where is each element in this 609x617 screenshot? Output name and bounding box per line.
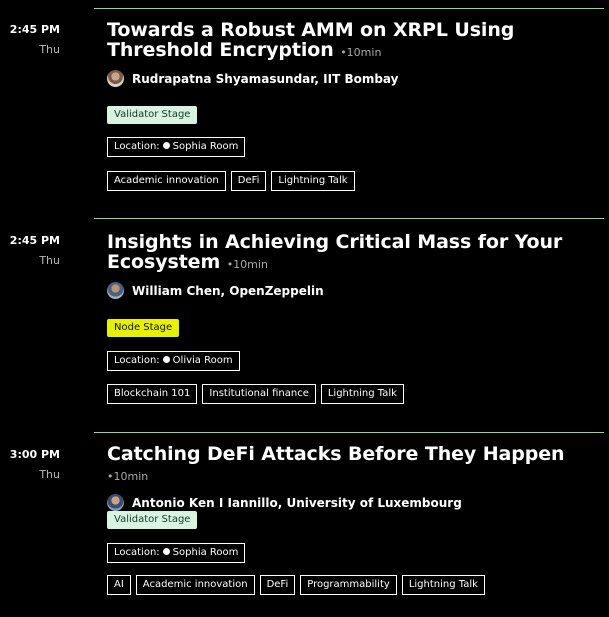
location-chip[interactable]: Location: Olivia Room <box>107 351 240 371</box>
speaker[interactable]: Rudrapatna Shyamasundar, IIT Bombay <box>107 70 589 87</box>
location-room: Sophia Room <box>172 547 239 558</box>
location-chip[interactable]: Location: Sophia Room <box>107 543 246 563</box>
tag-chip[interactable]: Lightning Talk <box>401 575 485 595</box>
location-dot-icon <box>162 356 170 363</box>
tag-chip[interactable]: Lightning Talk <box>320 384 404 404</box>
tag-chip[interactable]: Programmability <box>300 575 397 595</box>
location-label: Location: <box>114 141 160 152</box>
session-title[interactable]: Insights in Achieving Critical Mass for … <box>107 232 589 275</box>
session-duration: •10min <box>226 258 268 271</box>
location-dot-icon <box>162 142 170 149</box>
stage-badge: Node Stage <box>107 319 180 337</box>
location-room: Sophia Room <box>172 141 239 152</box>
tag-chip[interactable]: Institutional finance <box>202 384 316 404</box>
session-time-block: 2:45 PM Thu <box>0 23 60 57</box>
session-day: Thu <box>39 43 60 56</box>
stage-badge: Validator Stage <box>107 106 198 124</box>
tag-chip[interactable]: Lightning Talk <box>271 171 355 191</box>
speaker-name[interactable]: William Chen, OpenZeppelin <box>132 284 324 298</box>
session-duration: •10min <box>107 470 149 483</box>
tag-chip[interactable]: AI <box>107 575 131 595</box>
session-divider <box>94 218 604 219</box>
session-title[interactable]: Catching DeFi Attacks Before They Happen… <box>107 444 589 487</box>
session-title-text[interactable]: Towards a Robust AMM on XRPL Using Thres… <box>107 19 514 61</box>
stage-badge: Validator Stage <box>107 511 198 529</box>
session-time: 2:45 PM <box>9 234 60 247</box>
speaker-avatar <box>107 70 124 87</box>
tag-chip[interactable]: Academic innovation <box>135 575 255 595</box>
tag-chip[interactable]: Academic innovation <box>107 171 226 191</box>
location-dot-icon <box>162 548 170 555</box>
tag-chip[interactable]: Blockchain 101 <box>107 384 198 404</box>
session-time-block: 3:00 PM Thu <box>0 448 60 482</box>
session-divider <box>94 8 604 9</box>
tag-chip[interactable]: DeFi <box>230 171 267 191</box>
session-time: 3:00 PM <box>9 448 60 461</box>
session-duration: •10min <box>340 46 382 59</box>
session-time-block: 2:45 PM Thu <box>0 234 60 268</box>
session-title-text[interactable]: Catching DeFi Attacks Before They Happen <box>107 443 565 465</box>
speaker-name[interactable]: Rudrapatna Shyamasundar, IIT Bombay <box>132 72 398 86</box>
location-label: Location: <box>114 355 160 366</box>
location-chip[interactable]: Location: Sophia Room <box>107 137 246 157</box>
location-label: Location: <box>114 547 160 558</box>
speaker[interactable]: William Chen, OpenZeppelin <box>107 282 589 299</box>
speaker-avatar <box>107 282 124 299</box>
session-time: 2:45 PM <box>9 23 60 36</box>
location-room: Olivia Room <box>172 355 233 366</box>
session-title-text[interactable]: Insights in Achieving Critical Mass for … <box>107 231 562 273</box>
tag-chip[interactable]: DeFi <box>259 575 296 595</box>
session-divider <box>94 432 604 433</box>
session-day: Thu <box>39 254 60 267</box>
session-title[interactable]: Towards a Robust AMM on XRPL Using Thres… <box>107 20 589 63</box>
session-day: Thu <box>39 468 60 481</box>
